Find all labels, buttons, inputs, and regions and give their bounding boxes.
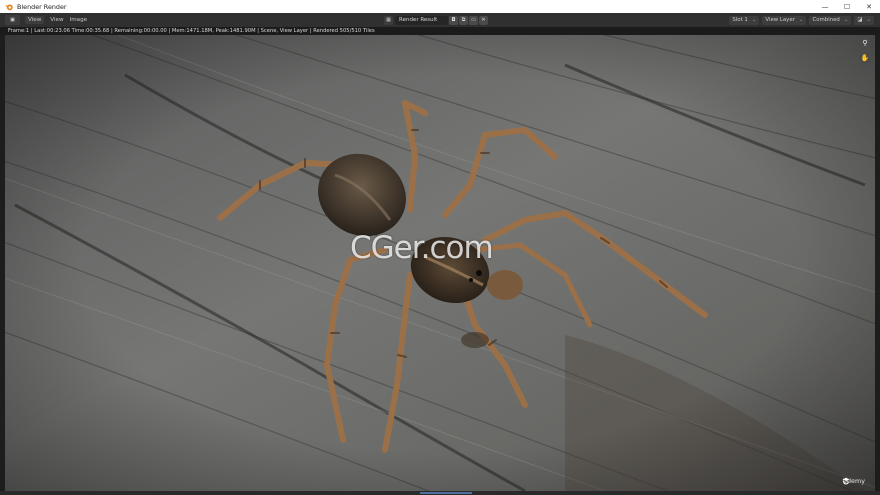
display-channels-dropdown[interactable]: ◪ ⌄	[854, 15, 874, 25]
pan-button[interactable]: ✋	[859, 52, 871, 64]
slot-dropdown[interactable]: Slot 1 ⌄	[729, 15, 760, 25]
image-icon: ▦	[386, 17, 391, 23]
view-layer-label: View Layer	[765, 16, 795, 23]
open-image-button[interactable]: ▭	[469, 15, 478, 25]
new-image-button[interactable]: ⧉	[459, 15, 468, 25]
chevron-down-icon: ⌄	[798, 16, 804, 23]
maximize-button[interactable]: ☐	[836, 0, 858, 13]
unlink-image-button[interactable]: ✕	[479, 15, 488, 25]
display-channels-icon: ◪	[857, 16, 863, 23]
zoom-icon: ⚲	[862, 39, 868, 47]
render-result-viewport[interactable]: ⚲ ✋ CGer.com Udemy	[5, 35, 875, 491]
image-editor-header: ▣ View View Image ▦ Render Result ◘ ⧉ ▭ …	[0, 13, 880, 27]
render-pass-label: Combined	[812, 16, 840, 23]
close-button[interactable]: ✕	[858, 0, 880, 13]
hand-icon: ✋	[860, 54, 870, 62]
render-slot-group: Slot 1 ⌄ View Layer ⌄ Combined ⌄ ◪ ⌄	[726, 15, 874, 25]
progress-indicator	[420, 492, 472, 494]
menu-view-dropdown[interactable]: View	[25, 16, 45, 24]
window-title-bar: Blender Render — ☐ ✕	[0, 0, 880, 13]
close-icon: ✕	[481, 17, 486, 23]
chevron-down-icon: ⌄	[866, 16, 871, 23]
image-browse-group: ▦ Render Result ◘ ⧉ ▭ ✕	[384, 15, 488, 25]
slot-label: Slot 1	[732, 16, 748, 23]
chevron-down-icon: ⌄	[751, 16, 757, 23]
image-browse-button[interactable]: ▦	[384, 15, 393, 25]
view-layer-dropdown[interactable]: View Layer ⌄	[762, 15, 807, 25]
render-pass-dropdown[interactable]: Combined ⌄	[809, 15, 852, 25]
udemy-logo-icon	[843, 477, 850, 485]
menu-view[interactable]: View	[50, 17, 63, 23]
window-controls: — ☐ ✕	[814, 0, 880, 13]
render-status-text: Frame:1 | Last:00:23.06 Time:00:35.68 | …	[0, 27, 880, 35]
image-name-field[interactable]: Render Result	[395, 15, 448, 25]
blender-logo-icon	[5, 4, 13, 10]
chevron-down-icon: ⌄	[843, 16, 849, 23]
shield-icon: ◘	[451, 17, 456, 23]
window-title: Blender Render	[17, 2, 67, 11]
watermark-text: CGer.com	[350, 230, 494, 266]
udemy-brand: Udemy	[842, 477, 865, 485]
editor-type-selector[interactable]: ▣	[5, 15, 20, 25]
minimize-button[interactable]: —	[814, 0, 836, 13]
menu-image[interactable]: Image	[70, 17, 88, 23]
zoom-button[interactable]: ⚲	[859, 37, 871, 49]
copy-icon: ⧉	[461, 17, 466, 23]
image-editor-icon: ▣	[10, 17, 15, 23]
folder-icon: ▭	[471, 17, 476, 23]
fake-user-button[interactable]: ◘	[449, 15, 458, 25]
